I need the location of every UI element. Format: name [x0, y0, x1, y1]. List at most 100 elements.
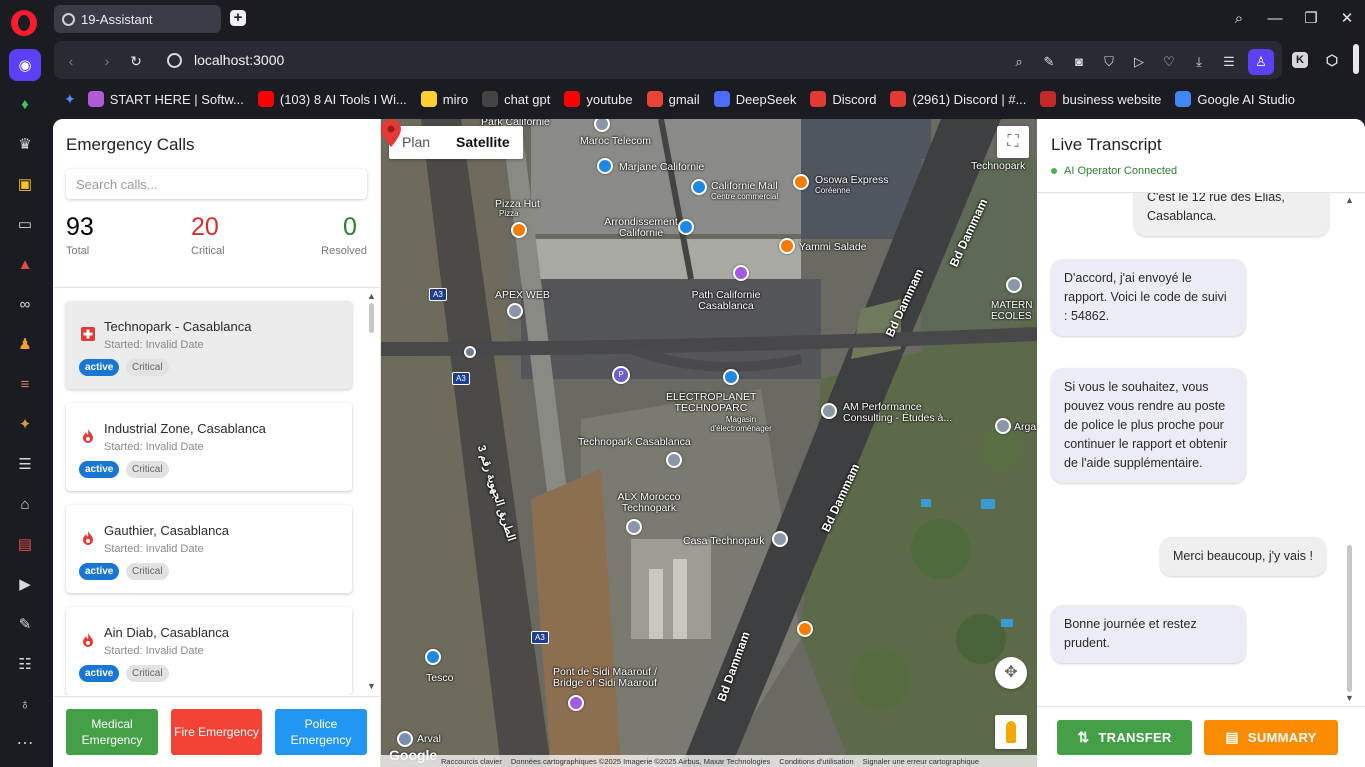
- fullscreen-icon[interactable]: ⛶: [997, 126, 1029, 158]
- address-bar[interactable]: ‹ › ↻ localhost:3000 ⌕ ✎ ◙ ⛉ ▷ ♡ ⤓ ☰ ♙: [54, 41, 1282, 79]
- home-icon[interactable]: ⌂: [13, 492, 37, 516]
- notes-icon[interactable]: ☰: [13, 452, 37, 476]
- restore-button[interactable]: ❐: [1300, 8, 1322, 30]
- bookmark-item[interactable]: Discord: [810, 91, 876, 107]
- heart-icon[interactable]: ♡: [1160, 53, 1178, 71]
- bookmark-item[interactable]: Google AI Studio: [1175, 91, 1295, 107]
- search-tabs-icon[interactable]: ⌕: [1228, 8, 1250, 30]
- camera-icon[interactable]: ◙: [1070, 53, 1088, 71]
- url-text[interactable]: localhost:3000: [194, 52, 284, 68]
- vpn-shield-icon[interactable]: ⛉: [1100, 53, 1118, 71]
- car-icon[interactable]: ▭: [13, 212, 37, 236]
- call-card[interactable]: Industrial Zone, Casablanca Started: Inv…: [66, 403, 352, 491]
- call-list-scrollbar[interactable]: ▲ ▼: [366, 291, 376, 695]
- terms-link[interactable]: Conditions d'utilisation: [779, 757, 853, 766]
- bookmark-item[interactable]: chat gpt: [482, 91, 550, 107]
- puzzle-icon[interactable]: ✦: [13, 412, 37, 436]
- report-error-link[interactable]: Signaler une erreur cartographique: [863, 757, 979, 766]
- forward-button[interactable]: ›: [98, 52, 116, 70]
- place-marker-icon[interactable]: [995, 418, 1011, 434]
- place-marker-icon[interactable]: [666, 452, 682, 468]
- bookmark-item[interactable]: business website: [1040, 91, 1161, 107]
- fire-emergency-button[interactable]: Fire Emergency: [171, 709, 262, 755]
- scroll-down-icon[interactable]: ▼: [1345, 693, 1354, 703]
- app-store-icon[interactable]: ♦: [13, 92, 37, 116]
- parking-icon[interactable]: P: [612, 366, 630, 384]
- search-input[interactable]: [66, 169, 367, 199]
- restaurant-icon[interactable]: [511, 222, 527, 238]
- document-icon[interactable]: ▤: [13, 532, 37, 556]
- back-button[interactable]: ‹: [62, 52, 80, 70]
- restaurant-icon[interactable]: [779, 238, 795, 254]
- pegman-icon[interactable]: [995, 715, 1027, 749]
- find-icon[interactable]: ⌕: [1010, 53, 1028, 71]
- aria-ai-icon[interactable]: ◉: [9, 49, 41, 81]
- scroll-down-icon[interactable]: ▼: [367, 681, 376, 691]
- flow-send-icon[interactable]: ▷: [1130, 53, 1148, 71]
- people-icon[interactable]: ♟: [13, 332, 37, 356]
- player-icon[interactable]: ▶: [13, 572, 37, 596]
- easy-setup-icon[interactable]: ☰: [1220, 53, 1238, 71]
- bookmark-item[interactable]: (2961) Discord | #...: [890, 91, 1026, 107]
- scroll-thumb[interactable]: [1347, 545, 1352, 692]
- site-info-icon[interactable]: [167, 53, 182, 68]
- keyboard-shortcuts-link[interactable]: Raccourcis clavier: [441, 757, 502, 766]
- shopping-bag-icon[interactable]: [723, 369, 739, 385]
- list-icon[interactable]: ☷: [13, 652, 37, 676]
- summary-button[interactable]: ▤ SUMMARY: [1204, 720, 1338, 755]
- call-card[interactable]: Technopark - Casablanca Started: Invalid…: [66, 301, 352, 389]
- police-emergency-button[interactable]: Police Emergency: [275, 709, 367, 755]
- bookmark-item[interactable]: miro: [420, 91, 468, 107]
- tab-assistant[interactable]: 19-Assistant: [54, 5, 221, 33]
- shopping-cart-icon[interactable]: [597, 158, 613, 174]
- place-marker-icon[interactable]: [821, 403, 837, 419]
- bus-stop-icon[interactable]: [464, 346, 476, 358]
- shopping-bag-icon[interactable]: [691, 179, 707, 195]
- flag-icon[interactable]: ≡: [13, 372, 37, 396]
- call-card[interactable]: Gauthier, Casablanca Started: Invalid Da…: [66, 505, 352, 593]
- place-marker-icon[interactable]: [1006, 277, 1022, 293]
- map-view[interactable]: Plan Satellite ⛶ Park Californie Maroc T…: [381, 119, 1037, 767]
- car-rental-icon[interactable]: [397, 731, 413, 747]
- opera-logo-icon[interactable]: [11, 10, 37, 36]
- shopping-cart-icon[interactable]: [678, 219, 694, 235]
- ai-sparkle-icon[interactable]: ✦: [64, 91, 76, 108]
- bookmark-item[interactable]: (103) 8 AI Tools I Wi...: [257, 91, 407, 107]
- place-marker-icon[interactable]: [626, 519, 642, 535]
- bookmark-item[interactable]: gmail: [646, 91, 700, 107]
- bookmark-item[interactable]: DeepSeek: [713, 91, 796, 107]
- more-icon[interactable]: …: [13, 729, 37, 752]
- download-icon[interactable]: ⤓: [1190, 53, 1208, 71]
- bag-icon[interactable]: ▣: [13, 172, 37, 196]
- chart-icon[interactable]: ▲: [13, 252, 37, 276]
- bookmark-item[interactable]: youtube: [564, 91, 633, 107]
- scroll-up-icon[interactable]: ▲: [367, 291, 376, 301]
- extension-k-icon[interactable]: K: [1292, 52, 1308, 68]
- close-window-button[interactable]: ✕: [1336, 8, 1358, 30]
- bakery-icon[interactable]: [797, 621, 813, 637]
- scroll-up-icon[interactable]: ▲: [1345, 195, 1354, 205]
- transfer-button[interactable]: ⇅ TRANSFER: [1057, 720, 1192, 755]
- camera-control-icon[interactable]: ✥: [995, 657, 1027, 689]
- map-type-satellite[interactable]: Satellite: [443, 126, 523, 159]
- minimize-button[interactable]: —: [1264, 8, 1286, 30]
- extensions-cube-icon[interactable]: ⬡: [1324, 52, 1340, 68]
- edit-icon[interactable]: ✎: [1040, 53, 1058, 71]
- reload-button[interactable]: ↻: [127, 52, 145, 70]
- bicycle-icon[interactable]: ∞: [13, 292, 37, 316]
- shopping-mall-icon[interactable]: [733, 265, 749, 281]
- crown-icon[interactable]: ♛: [13, 132, 37, 156]
- new-tab-button[interactable]: +: [230, 10, 246, 26]
- bookmark-item[interactable]: START HERE | Softw...: [87, 91, 244, 107]
- transcript-scrollbar[interactable]: ▲ ▼: [1344, 193, 1354, 705]
- location-pin-icon[interactable]: [381, 119, 401, 147]
- place-marker-icon[interactable]: [772, 531, 788, 547]
- restaurant-icon[interactable]: [793, 174, 809, 190]
- profile-icon[interactable]: ♙: [1248, 49, 1274, 75]
- wallet-icon[interactable]: ✎: [13, 612, 37, 636]
- call-card[interactable]: Ain Diab, Casablanca Started: Invalid Da…: [66, 607, 352, 695]
- microphone-icon[interactable]: ♁: [13, 692, 37, 716]
- bridge-icon[interactable]: [568, 695, 584, 711]
- shopping-cart-icon[interactable]: [425, 649, 441, 665]
- place-marker-icon[interactable]: [507, 303, 523, 319]
